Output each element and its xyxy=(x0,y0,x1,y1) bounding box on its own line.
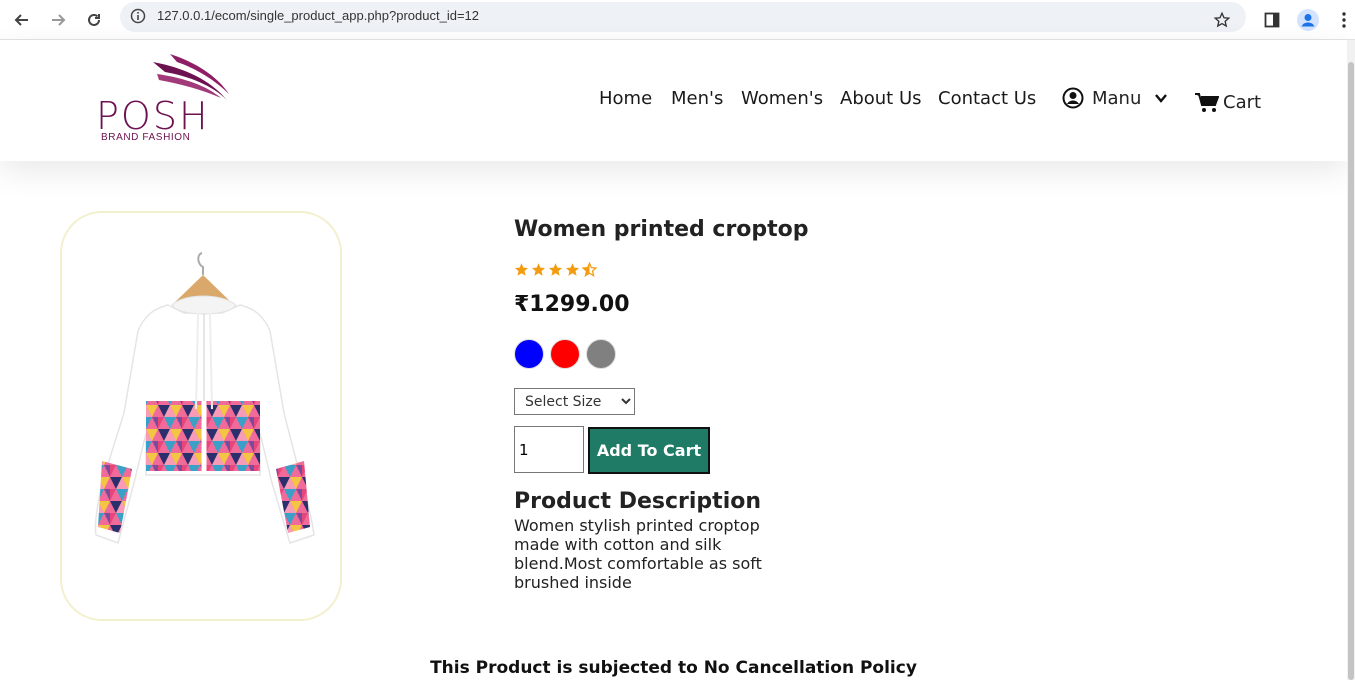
cart-link[interactable]: Cart xyxy=(1195,92,1261,113)
site-header: POSH BRAND FASHION Home Men's Women's Ab… xyxy=(0,40,1347,161)
url-text[interactable]: 127.0.0.1/ecom/single_product_app.php?pr… xyxy=(157,8,479,23)
reload-button[interactable] xyxy=(80,6,108,34)
reload-icon xyxy=(88,13,100,26)
browser-toolbar: 127.0.0.1/ecom/single_product_app.php?pr… xyxy=(0,0,1355,40)
nav-home[interactable]: Home xyxy=(599,88,652,109)
product-price: ₹1299.00 xyxy=(514,292,630,317)
star-full-icon xyxy=(565,263,580,276)
profile-icon xyxy=(1297,9,1319,31)
forward-button[interactable] xyxy=(44,6,72,34)
user-circle-icon xyxy=(1062,87,1084,109)
quantity-input[interactable] xyxy=(514,426,584,473)
star-half-icon xyxy=(582,262,597,277)
nav-mens[interactable]: Men's xyxy=(671,88,723,109)
user-menu-label: Manu xyxy=(1092,87,1142,109)
side-panel-icon xyxy=(1264,12,1280,28)
color-swatch-red[interactable] xyxy=(550,339,580,369)
user-menu-dropdown[interactable]: Manu xyxy=(1062,87,1168,109)
nav-contact-us[interactable]: Contact Us xyxy=(938,88,1036,109)
nav-about-us[interactable]: About Us xyxy=(840,88,922,109)
scrollbar-thumb[interactable] xyxy=(1348,62,1354,680)
add-to-cart-button[interactable]: Add To Cart xyxy=(588,427,710,474)
cancellation-policy-note: This Product is subjected to No Cancella… xyxy=(430,658,917,678)
logo-subtext: BRAND FASHION xyxy=(101,132,191,143)
product-rating xyxy=(514,262,597,277)
bookmark-button[interactable] xyxy=(1208,6,1236,34)
arrow-left-icon xyxy=(14,14,28,26)
color-swatch-gray[interactable] xyxy=(586,339,616,369)
description-text: Women stylish printed croptop made with … xyxy=(514,516,762,592)
profile-button[interactable] xyxy=(1294,6,1322,34)
info-icon[interactable] xyxy=(130,8,146,24)
arrow-right-icon xyxy=(52,14,66,26)
star-full-icon xyxy=(548,263,563,276)
product-image-card xyxy=(60,211,342,621)
more-menu-button[interactable] xyxy=(1330,6,1355,34)
more-vertical-icon xyxy=(1342,12,1346,28)
product-title: Women printed croptop xyxy=(514,217,809,242)
back-button[interactable] xyxy=(8,6,36,34)
page-scrollbar[interactable] xyxy=(1347,40,1355,680)
cart-label: Cart xyxy=(1223,92,1262,113)
description-heading: Product Description xyxy=(514,489,762,514)
star-full-icon xyxy=(514,263,529,276)
star-full-icon xyxy=(531,263,546,276)
size-select[interactable]: Select Size xyxy=(514,388,635,415)
product-image xyxy=(94,252,315,544)
color-swatches xyxy=(514,339,616,369)
chevron-down-icon xyxy=(1155,94,1168,103)
color-swatch-blue[interactable] xyxy=(514,339,544,369)
shopping-cart-icon xyxy=(1195,92,1219,112)
brand-logo[interactable]: POSH BRAND FASHION xyxy=(95,52,235,147)
star-icon xyxy=(1213,11,1231,28)
side-panel-button[interactable] xyxy=(1258,6,1286,34)
nav-womens[interactable]: Women's xyxy=(741,88,823,109)
